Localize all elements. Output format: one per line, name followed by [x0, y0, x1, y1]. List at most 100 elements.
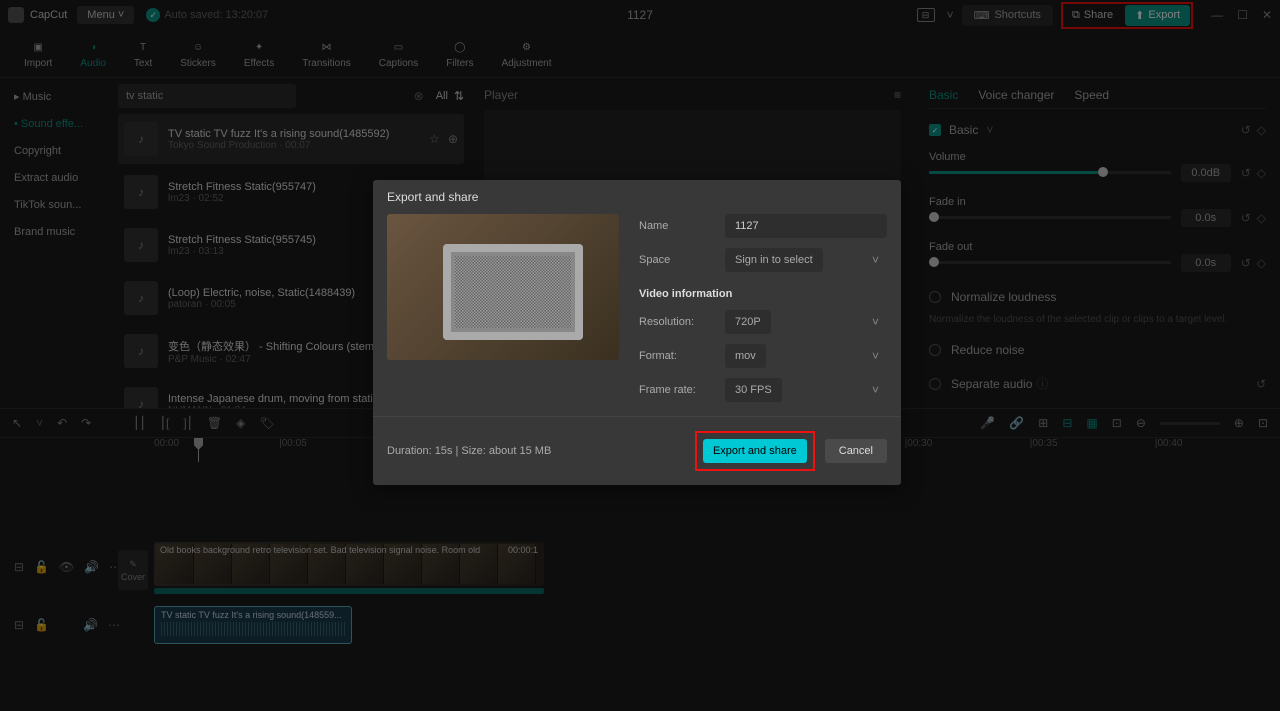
preview-button[interactable]: ▦ — [1086, 416, 1097, 430]
sort-icon[interactable]: ⇅ — [454, 89, 464, 103]
crop-button[interactable]: ◈ — [236, 416, 245, 430]
undo-button[interactable]: ↶ — [57, 416, 67, 430]
top-bar: CapCut Menu ˅ ✓ Auto saved: 13:20:07 112… — [0, 0, 1280, 30]
close-button[interactable]: ✕ — [1262, 8, 1272, 22]
framerate-label: Frame rate: — [639, 384, 715, 396]
fadein-value[interactable]: 0.0s — [1181, 209, 1231, 227]
redo-button[interactable]: ↷ — [81, 416, 91, 430]
sidebar-brand-music[interactable]: Brand music — [4, 220, 108, 244]
collapse-icon[interactable]: ⊟ — [14, 560, 24, 574]
fit-button[interactable]: ⊡ — [1258, 416, 1268, 430]
keyframe-icon[interactable]: ◇ — [1257, 256, 1266, 270]
sidebar-copyright[interactable]: Copyright — [4, 139, 108, 163]
normalize-checkbox[interactable] — [929, 291, 941, 303]
snap2-button[interactable]: ⊟ — [1062, 416, 1072, 430]
info-icon[interactable]: ⓘ — [1036, 375, 1048, 392]
tab-import[interactable]: ▣Import — [10, 38, 66, 69]
video-clip-label: Old books background retro television se… — [160, 545, 480, 555]
aspect-ratio-button[interactable]: ⊟ — [917, 8, 935, 22]
delete-button[interactable]: 🗑 — [207, 416, 222, 430]
tab-voice-changer[interactable]: Voice changer — [978, 88, 1054, 102]
keyframe-icon[interactable]: ◇ — [1257, 123, 1266, 137]
clear-search-icon[interactable]: ⊗ — [414, 89, 424, 103]
visibility-icon[interactable]: 👁 — [59, 560, 74, 574]
tab-audio[interactable]: ◑Audio — [66, 38, 120, 69]
sidebar-sound-effects[interactable]: • Sound effe... — [4, 112, 108, 136]
reset-icon[interactable]: ↺ — [1256, 377, 1266, 391]
screen-button[interactable]: ⊡ — [1112, 416, 1122, 430]
framerate-select[interactable]: 30 FPS — [725, 378, 782, 402]
tab-adjustment[interactable]: ⚙Adjustment — [487, 38, 565, 69]
add-icon[interactable]: ⊕ — [448, 132, 458, 146]
tab-transitions[interactable]: ⋈Transitions — [288, 38, 365, 69]
mic-button[interactable]: 🎤 — [980, 416, 995, 430]
tab-text[interactable]: TText — [120, 38, 166, 69]
trim-left-button[interactable]: ⎮[ — [160, 416, 170, 430]
reset-icon[interactable]: ↺ — [1241, 123, 1251, 137]
format-select[interactable]: mov — [725, 344, 766, 368]
cover-button[interactable]: ✎ Cover — [118, 550, 148, 590]
separate-audio-checkbox[interactable] — [929, 378, 941, 390]
zoom-in-button[interactable]: ⊕ — [1234, 416, 1244, 430]
cancel-button[interactable]: Cancel — [825, 439, 887, 463]
lock-icon[interactable]: 🔓 — [34, 618, 49, 632]
split-button[interactable]: ⎮⎮ — [133, 416, 146, 430]
reset-icon[interactable]: ↺ — [1241, 166, 1251, 180]
shortcuts-button[interactable]: ⌨ Shortcuts — [962, 5, 1053, 26]
export-button[interactable]: ⬆ Export — [1125, 5, 1190, 26]
share-button[interactable]: ⧉ Share — [1064, 5, 1121, 26]
video-audio-track[interactable] — [154, 588, 544, 594]
filter-all[interactable]: All — [436, 90, 448, 102]
snap-button[interactable]: ⊞ — [1038, 416, 1048, 430]
mute-icon[interactable]: 🔊 — [84, 560, 99, 574]
maximize-button[interactable]: ☐ — [1237, 8, 1248, 22]
player-label: Player — [484, 88, 518, 102]
sound-item[interactable]: ♪ TV static TV fuzz It's a rising sound(… — [118, 114, 464, 164]
minimize-button[interactable]: — — [1211, 8, 1223, 22]
tab-stickers[interactable]: ☺Stickers — [166, 38, 230, 69]
fadeout-value[interactable]: 0.0s — [1181, 254, 1231, 272]
name-input[interactable] — [725, 214, 887, 238]
tab-basic[interactable]: Basic — [929, 88, 958, 102]
export-button-highlight: Export and share — [695, 431, 815, 471]
keyframe-icon[interactable]: ◇ — [1257, 166, 1266, 180]
fadeout-slider[interactable] — [929, 261, 1171, 264]
keyboard-icon: ⌨ — [974, 9, 990, 22]
favorite-icon[interactable]: ☆ — [429, 132, 440, 146]
search-input[interactable] — [118, 84, 296, 108]
tab-effects[interactable]: ✦Effects — [230, 38, 288, 69]
volume-value[interactable]: 0.0dB — [1181, 164, 1231, 182]
link-button[interactable]: 🔗 — [1009, 416, 1024, 430]
player-menu-icon[interactable]: ≡ — [894, 88, 901, 102]
audio-clip[interactable]: TV static TV fuzz It's a rising sound(14… — [154, 606, 352, 644]
sidebar-music[interactable]: ▸ Music — [4, 84, 108, 109]
tab-filters[interactable]: ◯Filters — [432, 38, 487, 69]
basic-checkbox[interactable]: ✓ — [929, 124, 941, 136]
import-icon: ▣ — [29, 38, 47, 56]
export-and-share-button[interactable]: Export and share — [703, 439, 807, 463]
more-icon[interactable]: ⋯ — [108, 618, 120, 632]
reset-icon[interactable]: ↺ — [1241, 256, 1251, 270]
sidebar-extract-audio[interactable]: Extract audio — [4, 166, 108, 190]
trim-right-button[interactable]: ]⎮ — [183, 416, 193, 430]
reset-icon[interactable]: ↺ — [1241, 211, 1251, 225]
lock-icon[interactable]: 🔓 — [34, 560, 49, 574]
space-select[interactable]: Sign in to select — [725, 248, 823, 272]
keyframe-icon[interactable]: ◇ — [1257, 211, 1266, 225]
menu-button[interactable]: Menu ˅ — [77, 6, 134, 24]
zoom-out-button[interactable]: ⊖ — [1136, 416, 1146, 430]
marker-button[interactable]: 🏷 — [259, 416, 274, 430]
tab-speed[interactable]: Speed — [1074, 88, 1109, 102]
fadein-slider[interactable] — [929, 216, 1171, 219]
sidebar-tiktok-sound[interactable]: TikTok soun... — [4, 193, 108, 217]
collapse-icon[interactable]: ⊟ — [14, 618, 24, 632]
mute-icon[interactable]: 🔊 — [83, 618, 98, 632]
tab-captions[interactable]: ▭Captions — [365, 38, 432, 69]
reduce-noise-checkbox[interactable] — [929, 344, 941, 356]
volume-slider[interactable] — [929, 171, 1171, 174]
resolution-select[interactable]: 720P — [725, 310, 771, 334]
fadeout-label: Fade out — [929, 241, 1266, 253]
cursor-tool[interactable]: ↖ — [12, 416, 22, 430]
video-clip[interactable]: Old books background retro television se… — [154, 542, 544, 586]
playhead[interactable] — [198, 438, 199, 462]
